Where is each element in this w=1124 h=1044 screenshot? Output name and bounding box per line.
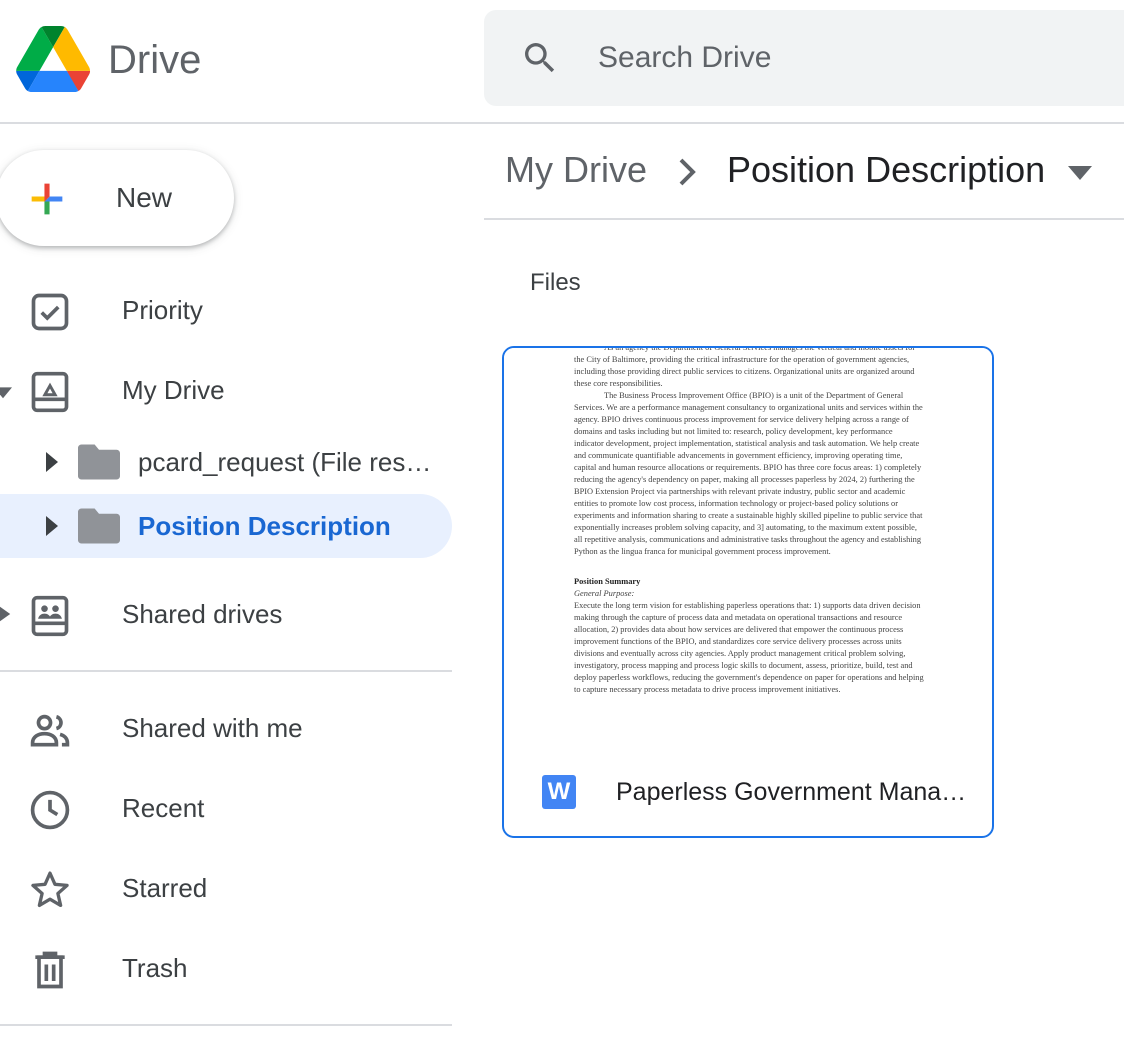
search-bar[interactable] bbox=[484, 10, 1124, 106]
preview-paragraph: As an agency the Department of General S… bbox=[574, 348, 915, 388]
new-button[interactable]: New bbox=[0, 150, 234, 246]
breadcrumb-divider bbox=[484, 218, 1124, 220]
tree-item-label: Position Description bbox=[138, 511, 391, 541]
trash-icon bbox=[35, 951, 65, 989]
sidebar-item-label: Shared with me bbox=[122, 713, 303, 743]
caret-right-icon[interactable] bbox=[0, 605, 12, 623]
preview-heading: Position Summary bbox=[574, 577, 641, 586]
sidebar-item-recent[interactable]: Recent bbox=[0, 776, 452, 840]
clock-icon bbox=[30, 790, 70, 830]
sidebar-item-shared-drives[interactable]: Shared drives bbox=[0, 582, 452, 646]
sidebar-item-label: Priority bbox=[122, 295, 203, 325]
sidebar-item-label: My Drive bbox=[122, 375, 225, 405]
file-card-footer[interactable]: W Paperless Government Management bbox=[504, 760, 992, 836]
section-title: Files bbox=[530, 269, 581, 296]
sidebar-item-label: Shared drives bbox=[122, 599, 283, 629]
brand-name: Drive bbox=[108, 38, 202, 82]
caret-down-icon[interactable] bbox=[0, 382, 12, 400]
dropdown-arrow-icon[interactable] bbox=[1068, 166, 1092, 180]
sidebar-item-starred[interactable]: Starred bbox=[0, 856, 452, 920]
preview-subheading: General Purpose: bbox=[574, 589, 635, 598]
sidebar-divider bbox=[0, 1024, 452, 1026]
sidebar-item-shared-with-me[interactable]: Shared with me bbox=[0, 696, 452, 760]
caret-right-icon[interactable] bbox=[44, 452, 60, 472]
header-divider bbox=[0, 122, 1124, 124]
tree-item-position-description[interactable]: Position Description bbox=[0, 494, 452, 558]
star-icon bbox=[31, 871, 69, 908]
search-input[interactable] bbox=[598, 38, 1098, 78]
shared-drives-icon bbox=[31, 595, 69, 637]
file-name: Paperless Government Management bbox=[616, 778, 976, 806]
sidebar-item-label: Starred bbox=[122, 873, 208, 903]
folder-icon bbox=[78, 444, 120, 480]
breadcrumb-my-drive[interactable]: My Drive bbox=[505, 148, 647, 192]
file-thumbnail[interactable]: As an agency the Department of General S… bbox=[504, 348, 992, 760]
search-icon[interactable] bbox=[520, 38, 560, 78]
breadcrumb-current-folder[interactable]: Position Description bbox=[727, 148, 1045, 192]
preview-paragraph: Execute the long term vision for establi… bbox=[574, 601, 924, 694]
priority-icon bbox=[31, 293, 69, 331]
new-button-label: New bbox=[116, 182, 173, 213]
people-icon bbox=[30, 714, 70, 747]
chevron-right-icon bbox=[679, 158, 696, 186]
file-card[interactable]: As an agency the Department of General S… bbox=[502, 346, 994, 838]
my-drive-icon bbox=[31, 371, 69, 413]
caret-right-icon[interactable] bbox=[44, 516, 60, 536]
file-preview: As an agency the Department of General S… bbox=[574, 348, 924, 696]
drive-logo-icon[interactable] bbox=[14, 26, 92, 92]
sidebar-divider bbox=[0, 670, 452, 672]
sidebar-item-label: Recent bbox=[122, 793, 205, 823]
word-doc-icon: W bbox=[542, 775, 576, 809]
sidebar-item-label: Trash bbox=[122, 953, 188, 983]
sidebar-item-my-drive[interactable]: My Drive bbox=[0, 358, 452, 422]
sidebar-item-priority[interactable]: Priority bbox=[0, 278, 452, 342]
sidebar-item-trash[interactable]: Trash bbox=[0, 936, 452, 1000]
tree-item-pcard-request[interactable]: pcard_request (File responses) bbox=[0, 430, 452, 494]
tree-item-label: pcard_request (File responses) bbox=[138, 447, 438, 477]
folder-icon bbox=[78, 508, 120, 544]
plus-icon bbox=[31, 183, 63, 215]
preview-paragraph: The Business Process Improvement Office … bbox=[574, 391, 923, 556]
